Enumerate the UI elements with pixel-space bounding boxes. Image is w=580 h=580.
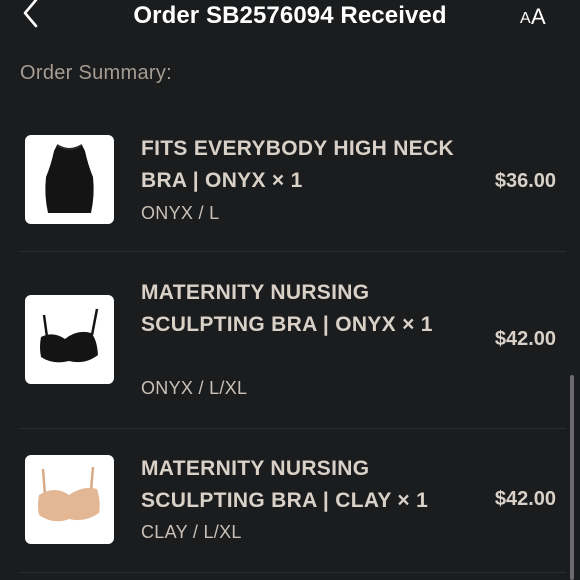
divider [20, 572, 566, 573]
divider [20, 251, 566, 252]
item-name: MATERNITY NURSING SCULPTING BRA | ONYX ×… [141, 281, 433, 336]
item-name: MATERNITY NURSING SCULPTING BRA | CLAY ×… [141, 457, 429, 512]
text-size-small-glyph: A [520, 10, 531, 27]
text-size-button[interactable]: A A [520, 2, 556, 29]
product-thumbnail [25, 295, 114, 384]
text-size-large-glyph: A [531, 4, 546, 29]
header: Order SB2576094 Received A A [0, 0, 580, 36]
item-price: $36.00 [494, 170, 556, 192]
order-summary-label: Order Summary: [20, 62, 173, 84]
item-price: $42.00 [494, 328, 556, 350]
nursing-bra-image [40, 308, 99, 363]
item-name: FITS EVERYBODY HIGH NECK BRA | ONYX × 1 [141, 137, 454, 192]
item-price: $42.00 [494, 488, 556, 510]
nursing-bra-clay-image [38, 466, 100, 522]
product-thumbnail [25, 135, 114, 224]
page-title: Order SB2576094 Received [133, 2, 447, 29]
divider [20, 428, 566, 429]
item-variant: CLAY / L/XL [141, 522, 242, 542]
item-variant: ONYX / L/XL [141, 378, 248, 398]
high-neck-bra-image [45, 144, 94, 213]
item-variant: ONYX / L [141, 203, 220, 223]
scrollbar[interactable] [570, 375, 574, 580]
product-thumbnail [25, 455, 114, 544]
